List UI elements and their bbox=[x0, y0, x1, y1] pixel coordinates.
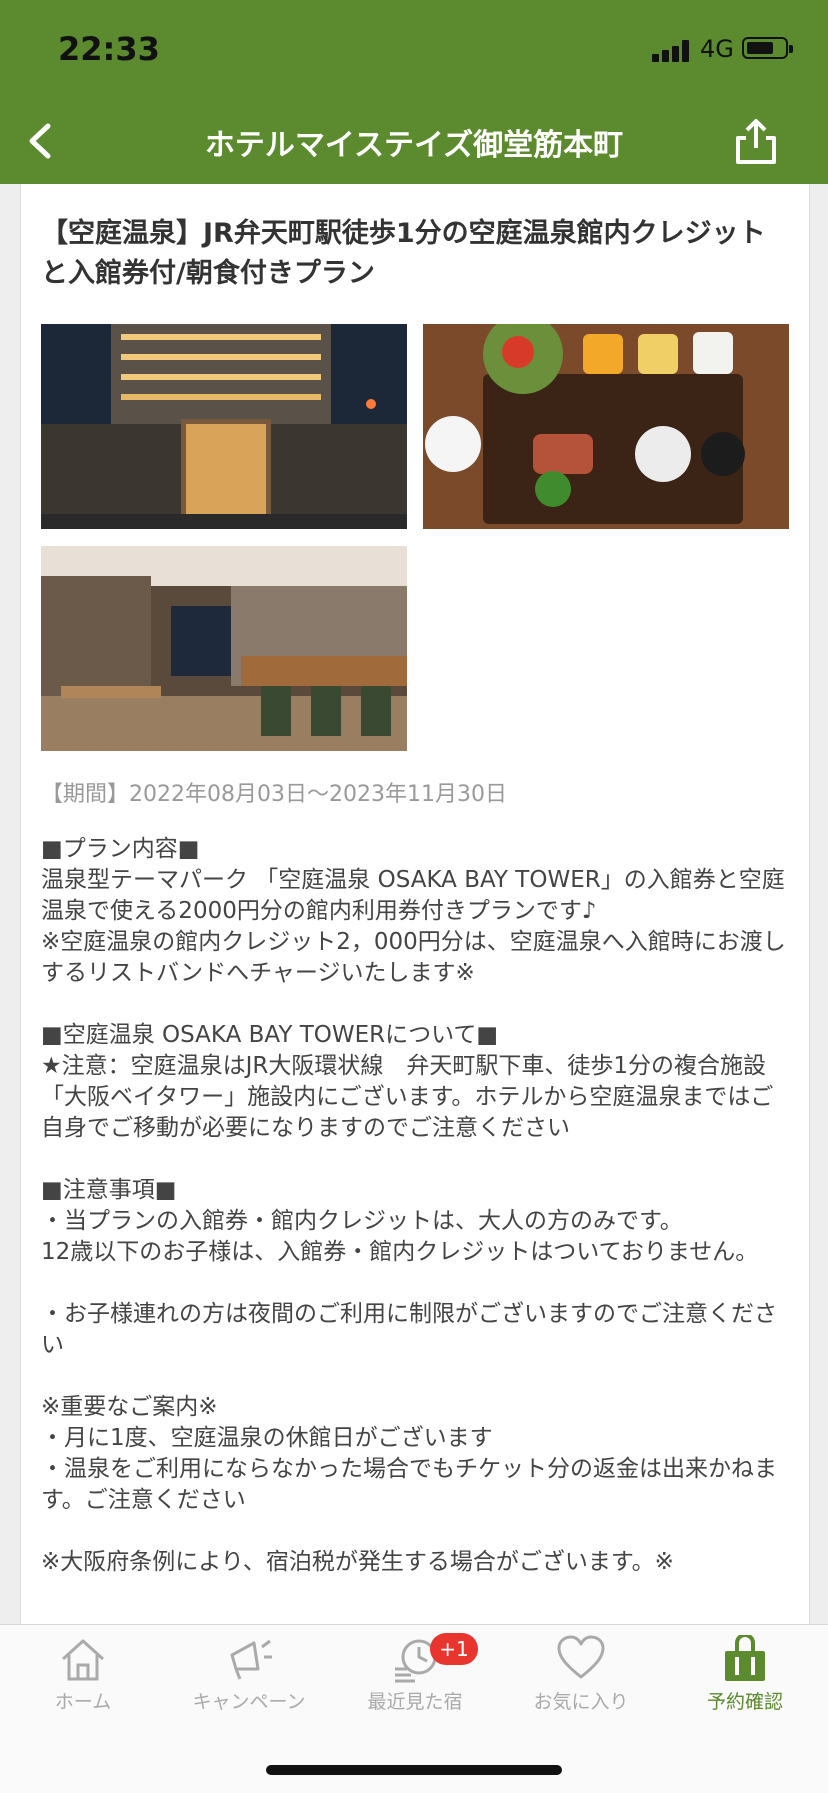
restaurant-interior-photo[interactable] bbox=[41, 546, 407, 751]
status-bar: 22:33 4G bbox=[0, 0, 828, 100]
status-time: 22:33 bbox=[58, 30, 160, 68]
hotel-exterior-photo[interactable] bbox=[41, 324, 407, 529]
tab-favorites[interactable]: お気に入り bbox=[498, 1625, 664, 1745]
network-label: 4G bbox=[700, 35, 734, 63]
tab-campaign-label: キャンペーン bbox=[192, 1691, 306, 1713]
heart-icon bbox=[557, 1635, 605, 1679]
breakfast-photo[interactable] bbox=[423, 324, 789, 529]
share-button[interactable] bbox=[732, 116, 780, 168]
page-title: ホテルマイステイズ御堂筋本町 bbox=[204, 128, 624, 163]
tab-recent-label: 最近見た宿 bbox=[367, 1691, 463, 1713]
bag-icon bbox=[725, 1635, 765, 1681]
nav-bar: ホテルマイステイズ御堂筋本町 bbox=[0, 100, 828, 184]
home-icon bbox=[61, 1639, 105, 1681]
tab-reservations-label: 予約確認 bbox=[706, 1691, 783, 1713]
tab-home[interactable]: ホーム bbox=[0, 1625, 166, 1745]
plan-period: 【期間】2022年08月03日～2023年11月30日 bbox=[41, 782, 507, 807]
home-indicator bbox=[266, 1765, 562, 1775]
tab-campaign[interactable]: キャンペーン bbox=[166, 1625, 332, 1745]
notification-badge: +1 bbox=[430, 1633, 478, 1665]
tab-favorites-label: お気に入り bbox=[533, 1691, 629, 1713]
plan-title: 【空庭温泉】JR弁天町駅徒歩1分の空庭温泉館内クレジットと入館券付/朝食付きプラ… bbox=[41, 218, 766, 289]
tab-home-label: ホーム bbox=[54, 1691, 112, 1713]
battery-icon bbox=[742, 37, 793, 59]
megaphone-icon bbox=[230, 1639, 272, 1680]
tab-reservations[interactable]: 予約確認 bbox=[662, 1625, 828, 1745]
plan-description: ■プラン内容■ 温泉型テーマパーク 「空庭温泉 OSAKA BAY TOWER」… bbox=[41, 836, 786, 1575]
signal-icon bbox=[652, 40, 692, 62]
plan-detail-card: 【空庭温泉】JR弁天町駅徒歩1分の空庭温泉館内クレジットと入館券付/朝食付きプラ… bbox=[20, 184, 810, 1624]
share-icon bbox=[736, 119, 776, 164]
tab-bar: ホーム キャンペーン 最近見た宿 +1 お気に入り 予約確認 bbox=[0, 1624, 828, 1793]
